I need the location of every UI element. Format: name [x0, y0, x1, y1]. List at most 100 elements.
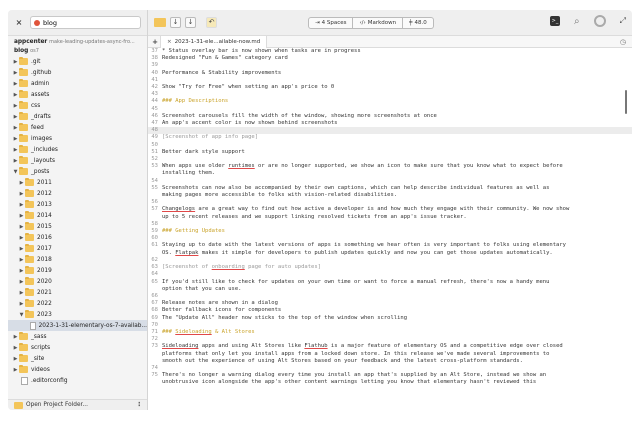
chevron-right-icon[interactable]: ▶	[18, 290, 25, 296]
chevron-right-icon[interactable]: ▶	[12, 367, 19, 373]
download-icon[interactable]: ↓	[170, 17, 181, 28]
language-button[interactable]: ‹/› Markdown	[353, 17, 404, 29]
chevron-right-icon[interactable]: ▶	[18, 202, 25, 208]
editor-line[interactable]: 37 * Status overlay bar is now shown when…	[148, 48, 632, 55]
editor-line[interactable]: option that you can use.	[148, 286, 632, 293]
editor-line[interactable]: 61 Staying up to date with the latest ver…	[148, 242, 632, 249]
editor-line[interactable]: 42 Show "Try for Free" when setting an ap…	[148, 84, 632, 91]
chevron-right-icon[interactable]: ▶	[12, 70, 19, 76]
tree-folder[interactable]: ▶ 2013	[8, 199, 147, 210]
editor-line[interactable]: smooth out the experience of using Alt S…	[148, 358, 632, 365]
chevron-right-icon[interactable]: ▶	[12, 136, 19, 142]
search-box[interactable]	[30, 16, 141, 29]
tree-folder[interactable]: ▶ assets	[8, 89, 147, 100]
editor-line[interactable]: 66	[148, 293, 632, 300]
tree-folder[interactable]: ▼ _posts	[8, 166, 147, 177]
editor-line[interactable]: 67 Release notes are shown in a dialog	[148, 300, 632, 307]
zoom-button[interactable]: ╪ 48.0	[403, 17, 434, 29]
project-blog[interactable]: blog os7	[8, 45, 147, 54]
tree-folder[interactable]: ▶ scripts	[8, 342, 147, 353]
open-folder-icon[interactable]	[154, 18, 166, 27]
editor-line[interactable]: 49 [Screenshot of app info page]	[148, 134, 632, 141]
indentation-button[interactable]: ⇥ 4 Spaces	[308, 17, 354, 29]
editor-line[interactable]: 59 ### Getting Updates	[148, 228, 632, 235]
editor-line[interactable]: 44 ### App Descriptions	[148, 98, 632, 105]
tree-folder[interactable]: ▶ 2015	[8, 221, 147, 232]
editor-line[interactable]: 65 If you'd still like to check for updat…	[148, 279, 632, 286]
tree-folder[interactable]: ▶ 2022	[8, 298, 147, 309]
editor-line[interactable]: 73 Sideloading apps and using Alt Stores …	[148, 343, 632, 350]
tree-file[interactable]: 2023-1-31-elementary-os-7-availab...	[8, 320, 147, 331]
open-project-folder-button[interactable]: Open Project Folder... ⋮	[8, 399, 147, 410]
tree-folder[interactable]: ▶ 2019	[8, 265, 147, 276]
revert-icon[interactable]: ↶	[206, 17, 217, 28]
editor-line[interactable]: 55 Screenshots can now also be accompanie…	[148, 185, 632, 192]
chevron-right-icon[interactable]: ▶	[12, 103, 19, 109]
chevron-right-icon[interactable]: ▶	[18, 279, 25, 285]
editor-line[interactable]: 45	[148, 106, 632, 113]
editor-line[interactable]: 50	[148, 142, 632, 149]
tree-folder[interactable]: ▶ _layouts	[8, 155, 147, 166]
chevron-right-icon[interactable]: ▶	[12, 81, 19, 87]
tree-folder[interactable]: ▶ feed	[8, 122, 147, 133]
chevron-right-icon[interactable]: ▶	[12, 334, 19, 340]
editor-line[interactable]: 70	[148, 322, 632, 329]
editor-line[interactable]: 72	[148, 336, 632, 343]
new-tab-icon[interactable]: +	[150, 38, 160, 46]
editor-line[interactable]: 54	[148, 178, 632, 185]
editor-line[interactable]: 62	[148, 257, 632, 264]
editor-line[interactable]: installing them.	[148, 170, 632, 177]
search-icon[interactable]: ⌕	[574, 16, 580, 27]
tree-folder[interactable]: ▶ css	[8, 100, 147, 111]
chevron-down-icon[interactable]: ▼	[18, 312, 25, 318]
editor-line[interactable]: 48	[148, 127, 632, 135]
editor-line[interactable]: 58	[148, 221, 632, 228]
editor-line[interactable]: making pages more accessible to folks wi…	[148, 192, 632, 199]
chevron-right-icon[interactable]: ▶	[12, 92, 19, 98]
gear-icon[interactable]	[593, 15, 606, 27]
chevron-right-icon[interactable]: ▶	[18, 257, 25, 263]
chevron-right-icon[interactable]: ▶	[18, 301, 25, 307]
save-icon[interactable]: ↓	[185, 17, 196, 28]
tree-folder[interactable]: ▶ .git	[8, 56, 147, 67]
project-appcenter[interactable]: appcenter make-leading-updates-async-fro…	[8, 36, 147, 45]
tree-folder[interactable]: ▶ admin	[8, 78, 147, 89]
editor-line[interactable]: 74	[148, 365, 632, 372]
editor-line[interactable]: 53 When apps use older runtimes or are no…	[148, 163, 632, 170]
chevron-right-icon[interactable]: ▶	[18, 235, 25, 241]
terminal-icon[interactable]: >_	[549, 16, 560, 26]
tree-folder[interactable]: ▶ 2011	[8, 177, 147, 188]
editor-line[interactable]: 71 ### Sideloading & Alt Stores	[148, 329, 632, 336]
tree-folder[interactable]: ▶ 2018	[8, 254, 147, 265]
editor-line[interactable]: 64	[148, 271, 632, 278]
editor-line[interactable]: 63 [Screenshot of onboarding page for aut…	[148, 264, 632, 271]
tree-folder[interactable]: ▶ _includes	[8, 144, 147, 155]
search-input[interactable]	[43, 18, 133, 27]
chevron-right-icon[interactable]: ▶	[12, 158, 19, 164]
tree-file[interactable]: .editorconfig	[8, 375, 147, 386]
chevron-right-icon[interactable]: ▶	[18, 268, 25, 274]
tab-document[interactable]: × 2023-1-31-ele...ailable-now.md	[160, 35, 268, 48]
chevron-down-icon[interactable]: ▼	[12, 169, 19, 175]
editor-line[interactable]: up to 5 recent releases and we support l…	[148, 214, 632, 221]
editor-line[interactable]: 68 Better fallback icons for components	[148, 307, 632, 314]
tree-folder[interactable]: ▶ .github	[8, 67, 147, 78]
editor-line[interactable]: 43	[148, 91, 632, 98]
editor-line[interactable]: 46 Screenshot carousels fill the width of…	[148, 113, 632, 120]
tree-folder[interactable]: ▶ _drafts	[8, 111, 147, 122]
editor-line[interactable]: 69 The "Update All" header now sticks to …	[148, 315, 632, 322]
editor-line[interactable]: OS. Flatpak makes it simple for develope…	[148, 250, 632, 257]
tree-folder[interactable]: ▶ images	[8, 133, 147, 144]
editor-line[interactable]: 38 Redesigned "Fun & Games" category card	[148, 55, 632, 62]
chevron-right-icon[interactable]: ▶	[12, 345, 19, 351]
editor-line[interactable]: 56	[148, 199, 632, 206]
editor-line[interactable]: 47 An app's accent color is now shown beh…	[148, 120, 632, 127]
tree-folder[interactable]: ▶ 2020	[8, 276, 147, 287]
chevron-right-icon[interactable]: ▶	[12, 125, 19, 131]
close-tab-icon[interactable]: ×	[167, 39, 172, 45]
scrollbar-thumb[interactable]	[625, 90, 627, 114]
editor-line[interactable]: unobtrusive icon alongside the app's oth…	[148, 379, 632, 386]
tree-folder[interactable]: ▶ 2014	[8, 210, 147, 221]
chevron-right-icon[interactable]: ▶	[12, 147, 19, 153]
more-options-icon[interactable]: ⋮	[136, 402, 142, 408]
